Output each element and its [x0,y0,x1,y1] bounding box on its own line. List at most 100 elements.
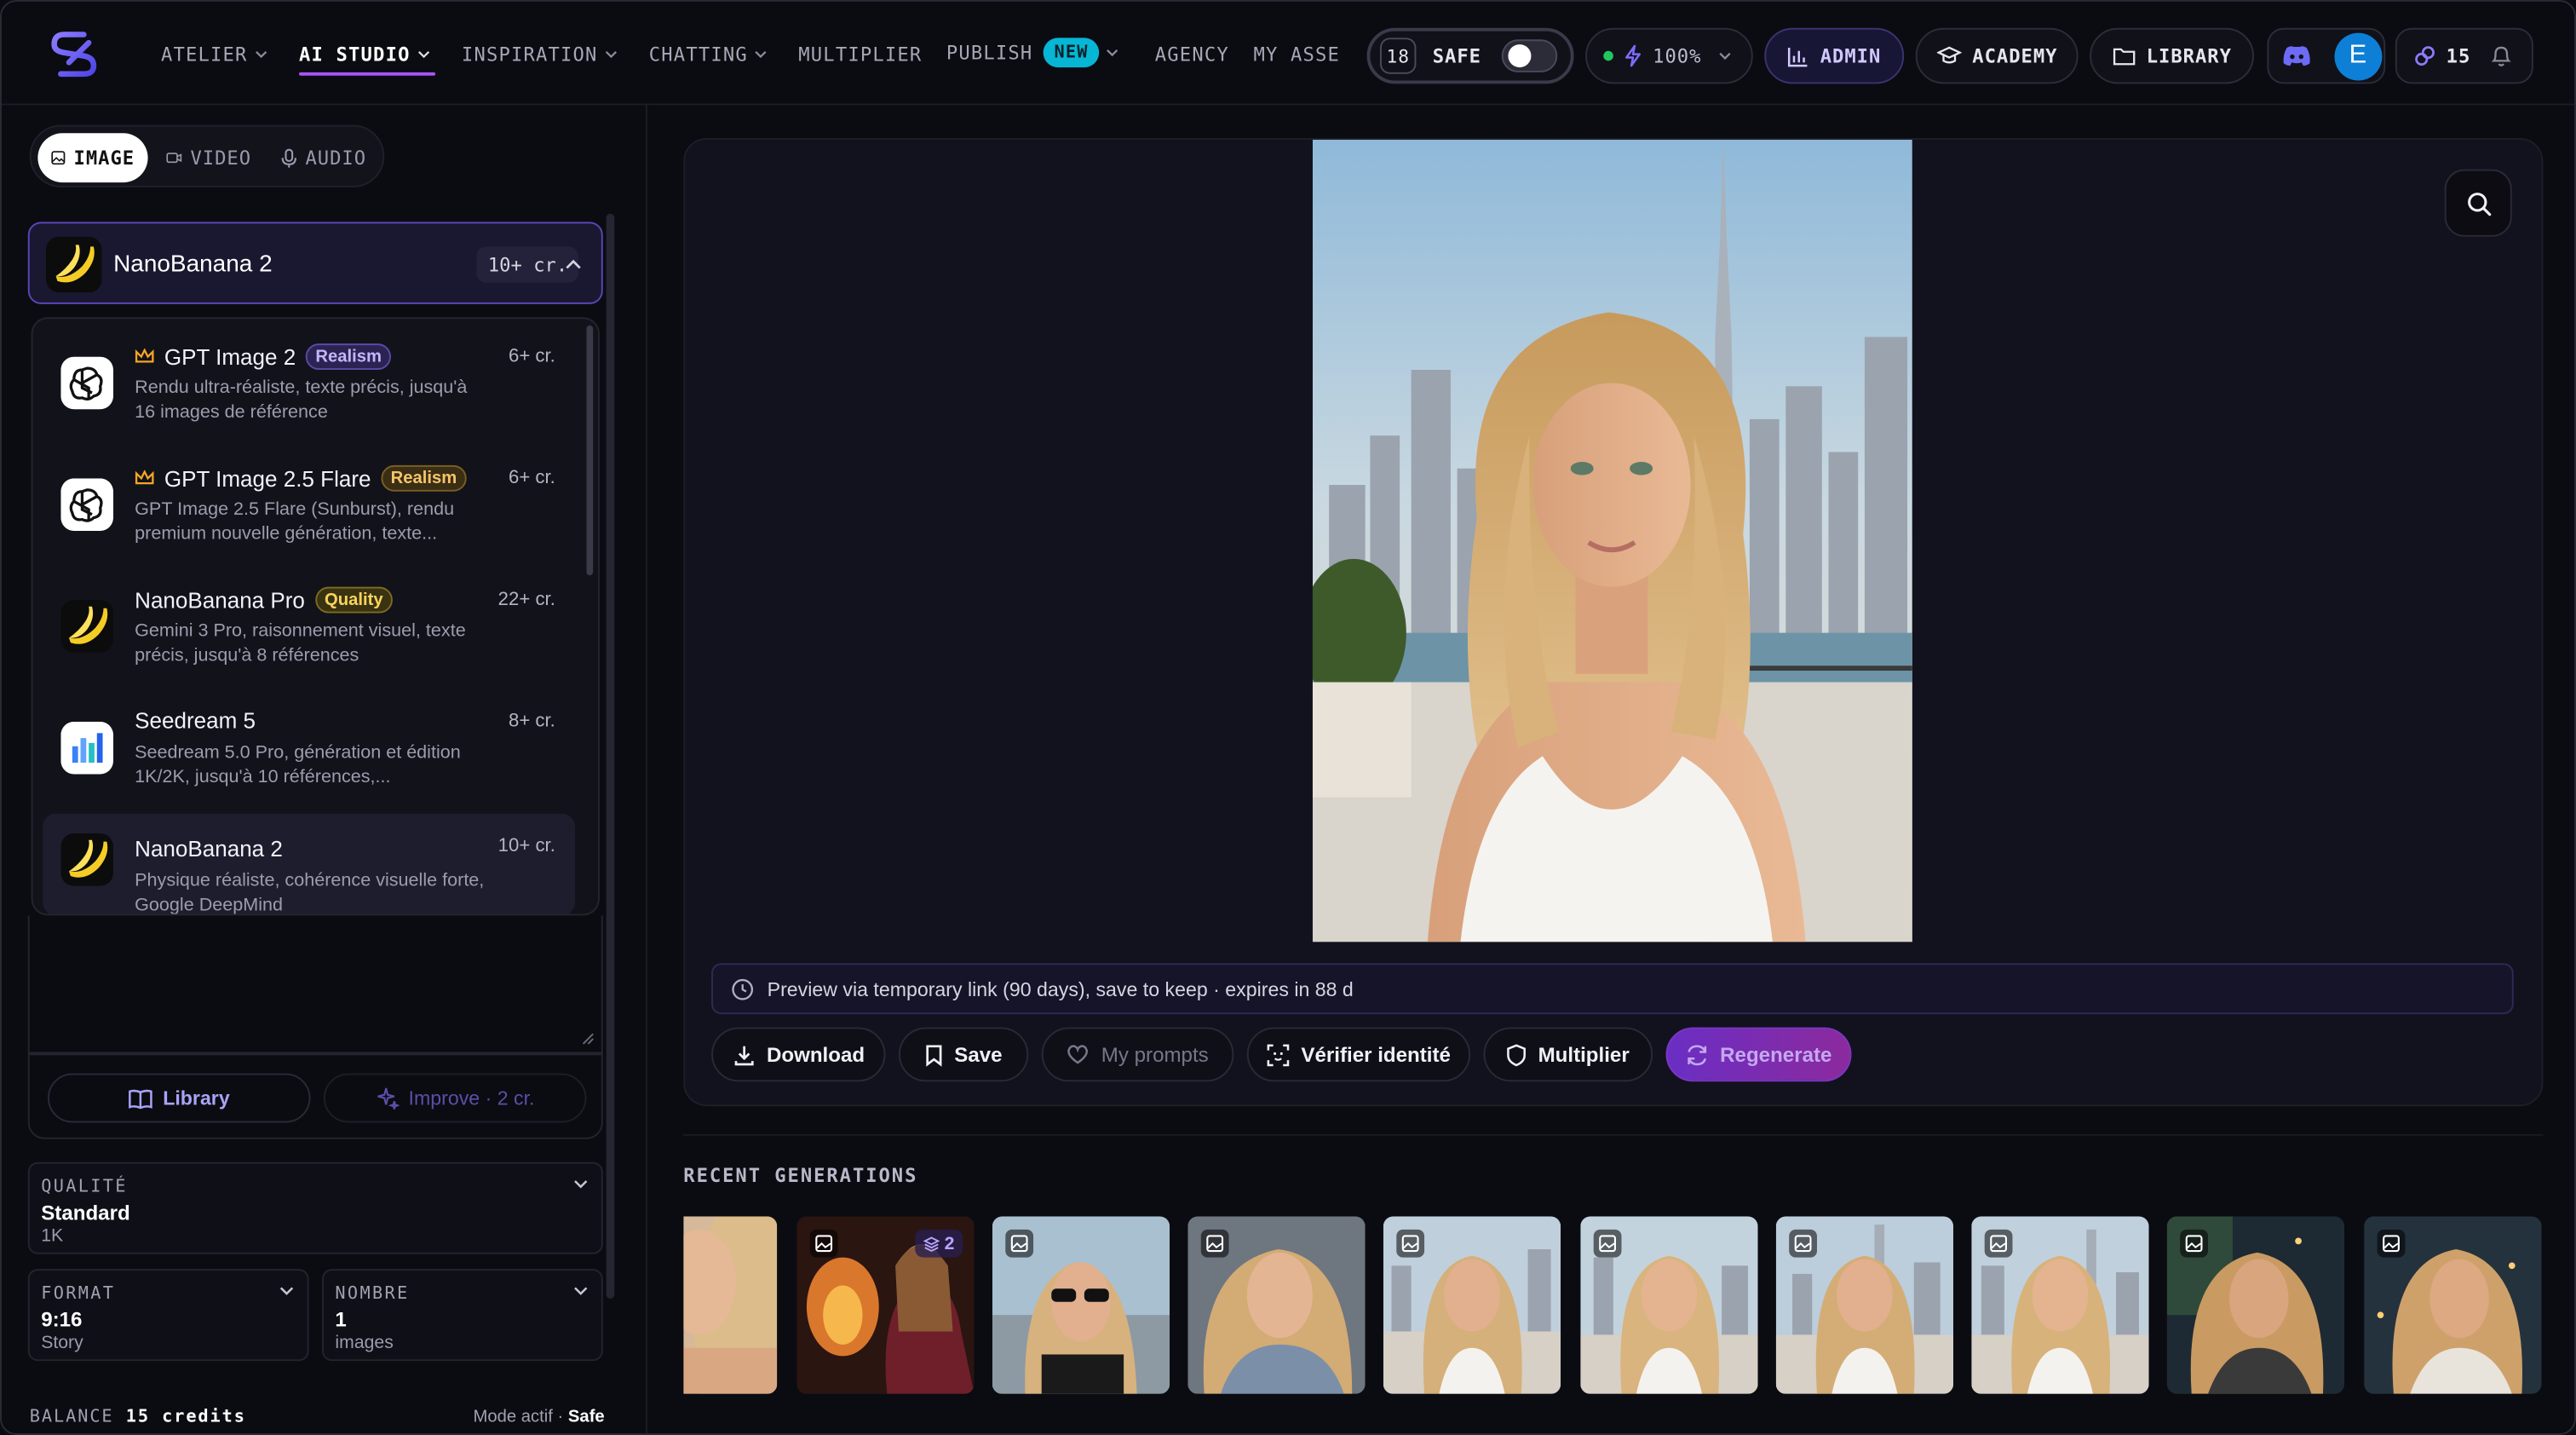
resize-handle-icon[interactable] [582,1032,595,1045]
recent-thumbnail[interactable] [1775,1216,1954,1394]
download-button[interactable]: Download [711,1027,886,1082]
academy-button[interactable]: ACADEMY [1915,27,2079,84]
media-tabs: IMAGE VIDEO AUDIO [29,124,385,187]
graduation-cap-icon [1935,46,1961,64]
save-button[interactable]: Save [898,1027,1029,1082]
credits-pill[interactable]: 15 [2395,27,2533,84]
power-pill[interactable]: 100% [1585,27,1753,84]
model-description: GPT Image 2.5 Flare (Sunburst), rendu pr… [135,499,455,544]
tab-video[interactable]: VIDEO [152,133,264,182]
model-selector[interactable]: NanoBanana 2 10+ cr. [27,222,603,304]
chevron-up-icon [566,259,581,269]
bar-chart-icon [1787,46,1808,66]
crown-icon [135,348,154,363]
nav-publish[interactable]: PUBLISH NEW [946,37,1119,68]
nav-atelier[interactable]: ATELIER [161,43,267,66]
recent-thumbnail[interactable] [683,1216,778,1394]
banana-icon [45,236,102,293]
nav-inspiration[interactable]: INSPIRATION [462,43,618,66]
tab-audio[interactable]: AUDIO [267,133,379,182]
multi-image-badge: 2 [914,1229,963,1258]
chevron-down-icon [1718,52,1731,61]
model-name: GPT Image 2 [164,344,296,370]
discord-icon[interactable] [2282,44,2312,67]
recent-thumbnail[interactable] [1971,1216,2149,1394]
chevron-down-icon [605,50,617,59]
zoom-button[interactable] [2444,169,2512,237]
selected-model-cost: 10+ cr. [476,246,579,283]
model-dropdown: GPT Image 2 Realism Rendu ultra-réaliste… [31,317,600,916]
library-button[interactable]: LIBRARY [2090,27,2254,84]
admin-button[interactable]: ADMIN [1764,27,1905,84]
quality-select[interactable]: QUALITÉ Standard 1K [27,1161,603,1254]
nav-multiplier[interactable]: MULTIPLIER [798,43,922,66]
microphone-icon [281,147,296,167]
improve-prompt-button[interactable]: Improve · 2 cr. [323,1073,587,1123]
social-group: E [2267,27,2386,84]
model-option-gpt-image-2[interactable]: GPT Image 2 Realism Rendu ultra-réaliste… [43,337,575,439]
recent-generations-title: RECENT GENERATIONS [683,1163,918,1187]
regenerate-button[interactable]: Regenerate [1665,1027,1852,1082]
model-option-seedream-5[interactable]: Seedream 5 Seedream 5.0 Pro, génération … [43,702,575,804]
temporary-link-notice: Preview via temporary link (90 days), sa… [711,963,2514,1015]
sparkles-icon [377,1087,399,1110]
model-option-nanobanana-pro[interactable]: NanoBanana Pro Quality Gemini 3 Pro, rai… [43,580,575,683]
safe-toggle[interactable] [1501,39,1557,72]
model-name: Seedream 5 [135,708,256,734]
search-icon [2467,192,2491,216]
format-select[interactable]: FORMAT 9:16 Story [27,1269,309,1362]
generated-image-preview[interactable] [1312,139,1912,942]
chevron-down-icon [574,1180,588,1189]
recent-thumbnail[interactable]: 2 [796,1216,975,1394]
recent-thumbnail[interactable] [1383,1216,1561,1394]
nav-my-assets[interactable]: MY ASSE [1253,43,1338,66]
chevron-down-icon [255,50,267,59]
refresh-icon [1688,1044,1707,1065]
sidebar-scrollbar[interactable] [606,213,615,1299]
safe-mode-pill: 18 SAFE [1366,27,1574,84]
nav-ai-studio[interactable]: AI STUDIO [299,43,430,66]
image-type-icon [1005,1229,1034,1258]
tag-badge: Quality [314,586,394,614]
verify-identity-button[interactable]: Vérifier identité [1246,1027,1471,1082]
face-scan-icon [1267,1043,1290,1066]
openai-icon [60,478,114,532]
recent-thumbnail[interactable] [992,1216,1170,1394]
image-type-icon [1789,1229,1817,1258]
my-prompts-button[interactable]: My prompts [1041,1027,1234,1082]
status-dot [1603,50,1613,61]
recent-thumbnail[interactable] [1187,1216,1366,1394]
model-option-gpt-image-25-flare[interactable]: GPT Image 2.5 Flare Realism GPT Image 2.… [43,458,575,561]
model-cost: 22+ cr. [497,590,555,610]
recent-thumbnail[interactable] [2166,1216,2345,1394]
multiplier-button[interactable]: Multiplier [1483,1027,1653,1082]
count-select[interactable]: NOMBRE 1 images [321,1269,603,1362]
section-divider [683,1133,2544,1136]
model-cost: 6+ cr. [508,347,555,367]
download-icon [733,1045,753,1065]
bell-icon[interactable] [2490,44,2511,67]
chevron-down-icon [279,1287,294,1295]
tag-badge: Realism [305,343,392,371]
layers-icon [923,1236,940,1252]
model-description: Physique réaliste, cohérence visuelle fo… [135,871,485,915]
model-name: NanoBanana 2 [135,836,283,862]
model-description: Rendu ultra-réaliste, texte précis, jusq… [135,377,468,422]
dropdown-scrollbar[interactable] [586,325,594,576]
user-avatar[interactable]: E [2334,32,2383,80]
nav-agency[interactable]: AGENCY [1155,43,1229,66]
nav-chatting[interactable]: CHATTING [649,43,768,66]
image-type-icon [1396,1229,1425,1258]
prompt-textarea[interactable] [27,915,603,1054]
image-type-icon [1200,1229,1229,1258]
image-type-icon [2377,1229,2406,1258]
recent-thumbnail[interactable] [1580,1216,1758,1394]
lightning-icon [1625,44,1641,67]
link-credits-icon [2415,46,2435,66]
tab-image[interactable]: IMAGE [37,133,148,183]
app-logo-icon[interactable] [49,28,99,81]
model-option-nanobanana-2[interactable]: NanoBanana 2 Physique réaliste, cohérenc… [43,813,575,915]
model-cost: 8+ cr. [508,712,555,732]
prompt-library-button[interactable]: Library [47,1073,311,1123]
recent-thumbnail[interactable] [2364,1216,2542,1394]
